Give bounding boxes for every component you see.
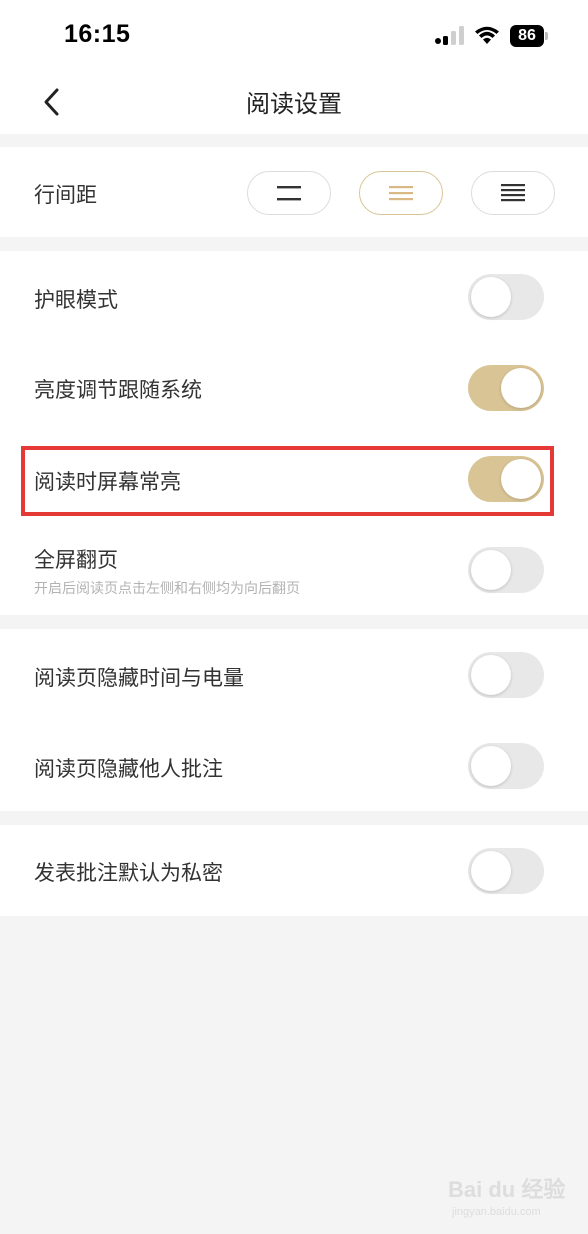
watermark-logo: Bai du 经验 xyxy=(448,1177,566,1202)
highlight-annotation xyxy=(21,446,554,516)
status-icons: 86 xyxy=(434,23,548,49)
eye-protection-toggle[interactable] xyxy=(468,274,544,320)
cellular-signal-icon xyxy=(435,26,464,45)
battery-icon: 86 xyxy=(510,25,548,47)
status-bar: 16:15 86 xyxy=(0,0,588,70)
toggle-knob xyxy=(471,746,511,786)
brightness-follow-system-toggle[interactable] xyxy=(468,365,544,411)
line-spacing-small-icon xyxy=(277,186,301,201)
line-spacing-medium-icon xyxy=(389,186,413,201)
line-spacing-large-icon xyxy=(501,184,525,202)
line-spacing-small-button[interactable] xyxy=(247,171,331,215)
toggle-knob xyxy=(471,277,511,317)
fullscreen-page-turn-label: 全屏翻页 xyxy=(34,548,118,572)
status-time: 16:15 xyxy=(64,20,131,48)
toggle-knob xyxy=(501,368,541,408)
line-spacing-label: 行间距 xyxy=(34,183,97,207)
toggle-knob xyxy=(471,851,511,891)
reading-page-section: 阅读页隐藏时间与电量 阅读页隐藏他人批注 xyxy=(0,629,588,811)
eye-protection-label: 护眼模式 xyxy=(34,288,118,312)
hide-time-battery-toggle[interactable] xyxy=(468,652,544,698)
line-spacing-medium-button[interactable] xyxy=(359,171,443,215)
private-annotation-toggle[interactable] xyxy=(468,848,544,894)
hide-time-battery-label: 阅读页隐藏时间与电量 xyxy=(34,666,244,690)
fullscreen-page-turn-description: 开启后阅读页点击左侧和右侧均为向后翻页 xyxy=(34,581,300,597)
toggle-knob xyxy=(471,655,511,695)
private-annotation-label: 发表批注默认为私密 xyxy=(34,861,223,885)
wifi-icon xyxy=(475,26,499,44)
watermark-url: jingyan.baidu.com xyxy=(452,1206,541,1218)
brightness-follow-system-label: 亮度调节跟随系统 xyxy=(34,378,202,402)
hide-others-annotations-label: 阅读页隐藏他人批注 xyxy=(34,757,223,781)
hide-others-annotations-toggle[interactable] xyxy=(468,743,544,789)
line-spacing-section: 行间距 xyxy=(0,147,588,237)
line-spacing-large-button[interactable] xyxy=(471,171,555,215)
page-title: 阅读设置 xyxy=(246,90,342,118)
annotation-privacy-section: 发表批注默认为私密 xyxy=(0,825,588,916)
fullscreen-page-turn-toggle[interactable] xyxy=(468,547,544,593)
display-settings-section: 护眼模式 亮度调节跟随系统 阅读时屏幕常亮 全屏翻页 开启后阅读页点击左侧和右侧… xyxy=(0,251,588,615)
nav-bar: 阅读设置 xyxy=(0,70,588,134)
toggle-knob xyxy=(471,550,511,590)
